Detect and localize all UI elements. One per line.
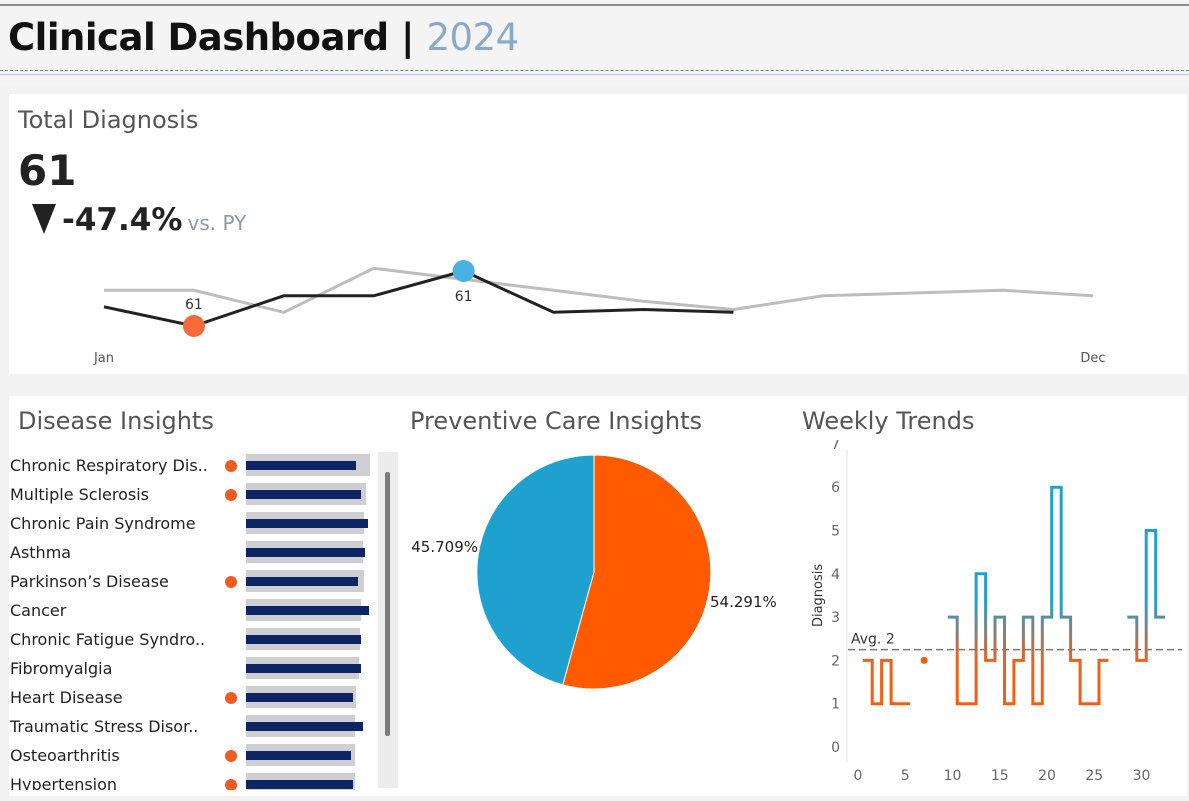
alert-dot-icon	[225, 489, 237, 501]
disease-label: Fibromyalgia	[10, 659, 113, 678]
x-tick-label: 20	[1038, 768, 1056, 784]
actual-bar	[246, 577, 358, 586]
x-tick-label: 0	[854, 768, 863, 784]
actual-bar	[246, 606, 369, 615]
disease-row[interactable]: Hypertension	[10, 773, 390, 790]
weekly-step-line	[862, 658, 910, 706]
disease-label: Parkinson’s Disease	[10, 572, 169, 591]
y-tick-label: 6	[831, 480, 840, 496]
disease-row[interactable]: Heart Disease	[10, 686, 390, 710]
y-axis-title: Diagnosis	[811, 564, 826, 627]
scrollbar-thumb[interactable]	[385, 472, 390, 736]
disease-list-scrollbar[interactable]	[378, 452, 398, 788]
y-tick-label: 0	[831, 740, 840, 756]
disease-label: Chronic Respiratory Dis..	[10, 456, 208, 475]
disease-label: Osteoarthritis	[10, 746, 120, 765]
preventive-care-pie-chart: 54.291% 45.709%	[411, 454, 777, 690]
actual-bar	[246, 519, 368, 528]
weekly-trends-chart: 0 1 2 3 4 5 6 7 0 5 10 15 20 25 30 Diagnosis Avg. 2	[811, 440, 1182, 784]
alert-dot-icon	[225, 692, 237, 704]
x-tick-label: 25	[1085, 768, 1103, 784]
actual-bar	[246, 693, 353, 702]
y-tick-label: 3	[831, 610, 840, 626]
pie-label: 45.709%	[411, 538, 478, 556]
average-label: Avg. 2	[851, 632, 895, 648]
disease-row[interactable]: Fibromyalgia	[10, 657, 390, 681]
alert-dot-icon	[225, 779, 237, 790]
disease-label: Hypertension	[10, 775, 118, 790]
alert-dot-icon	[225, 576, 237, 588]
weekly-step-line	[947, 485, 1109, 706]
disease-row[interactable]: Cancer	[10, 599, 390, 623]
disease-label: Heart Disease	[10, 688, 123, 707]
disease-label: Traumatic Stress Disor..	[10, 717, 199, 736]
disease-row[interactable]: Chronic Respiratory Dis..	[10, 454, 390, 478]
pie-label: 54.291%	[710, 593, 777, 611]
x-tick-label: 5	[901, 768, 910, 784]
y-tick-label: 7	[831, 440, 840, 453]
actual-bar	[246, 751, 352, 760]
actual-bar	[246, 461, 357, 470]
alert-dot-icon	[225, 750, 237, 762]
actual-bar	[246, 635, 362, 644]
disease-label: Chronic Fatigue Syndro..	[10, 630, 206, 649]
disease-label: Multiple Sclerosis	[10, 485, 150, 504]
disease-label: Chronic Pain Syndrome	[10, 514, 196, 533]
actual-bar	[246, 664, 362, 673]
actual-bar	[246, 780, 353, 789]
actual-bar	[246, 548, 366, 557]
y-tick-label: 5	[831, 524, 840, 540]
disease-row[interactable]: Chronic Pain Syndrome	[10, 512, 390, 536]
alert-dot-icon	[225, 460, 237, 472]
disease-label: Asthma	[10, 543, 72, 562]
weekly-point	[920, 656, 928, 664]
disease-row[interactable]: Traumatic Stress Disor..	[10, 715, 390, 739]
x-tick-label: 10	[944, 768, 962, 784]
x-tick-label: 15	[991, 768, 1009, 784]
disease-row[interactable]: Chronic Fatigue Syndro..	[10, 628, 390, 652]
disease-label: Cancer	[10, 601, 67, 620]
actual-bar	[246, 722, 363, 731]
disease-row[interactable]: Parkinson’s Disease	[10, 570, 390, 594]
disease-row[interactable]: Osteoarthritis	[10, 744, 390, 768]
disease-row[interactable]: Multiple Sclerosis	[10, 483, 390, 507]
x-tick-label: 30	[1133, 768, 1151, 784]
y-tick-label: 1	[831, 697, 840, 713]
y-tick-label: 2	[831, 653, 840, 669]
disease-row[interactable]: Asthma	[10, 541, 390, 565]
actual-bar	[246, 490, 362, 499]
weekly-step-line	[1127, 529, 1166, 662]
y-tick-label: 4	[831, 567, 840, 583]
